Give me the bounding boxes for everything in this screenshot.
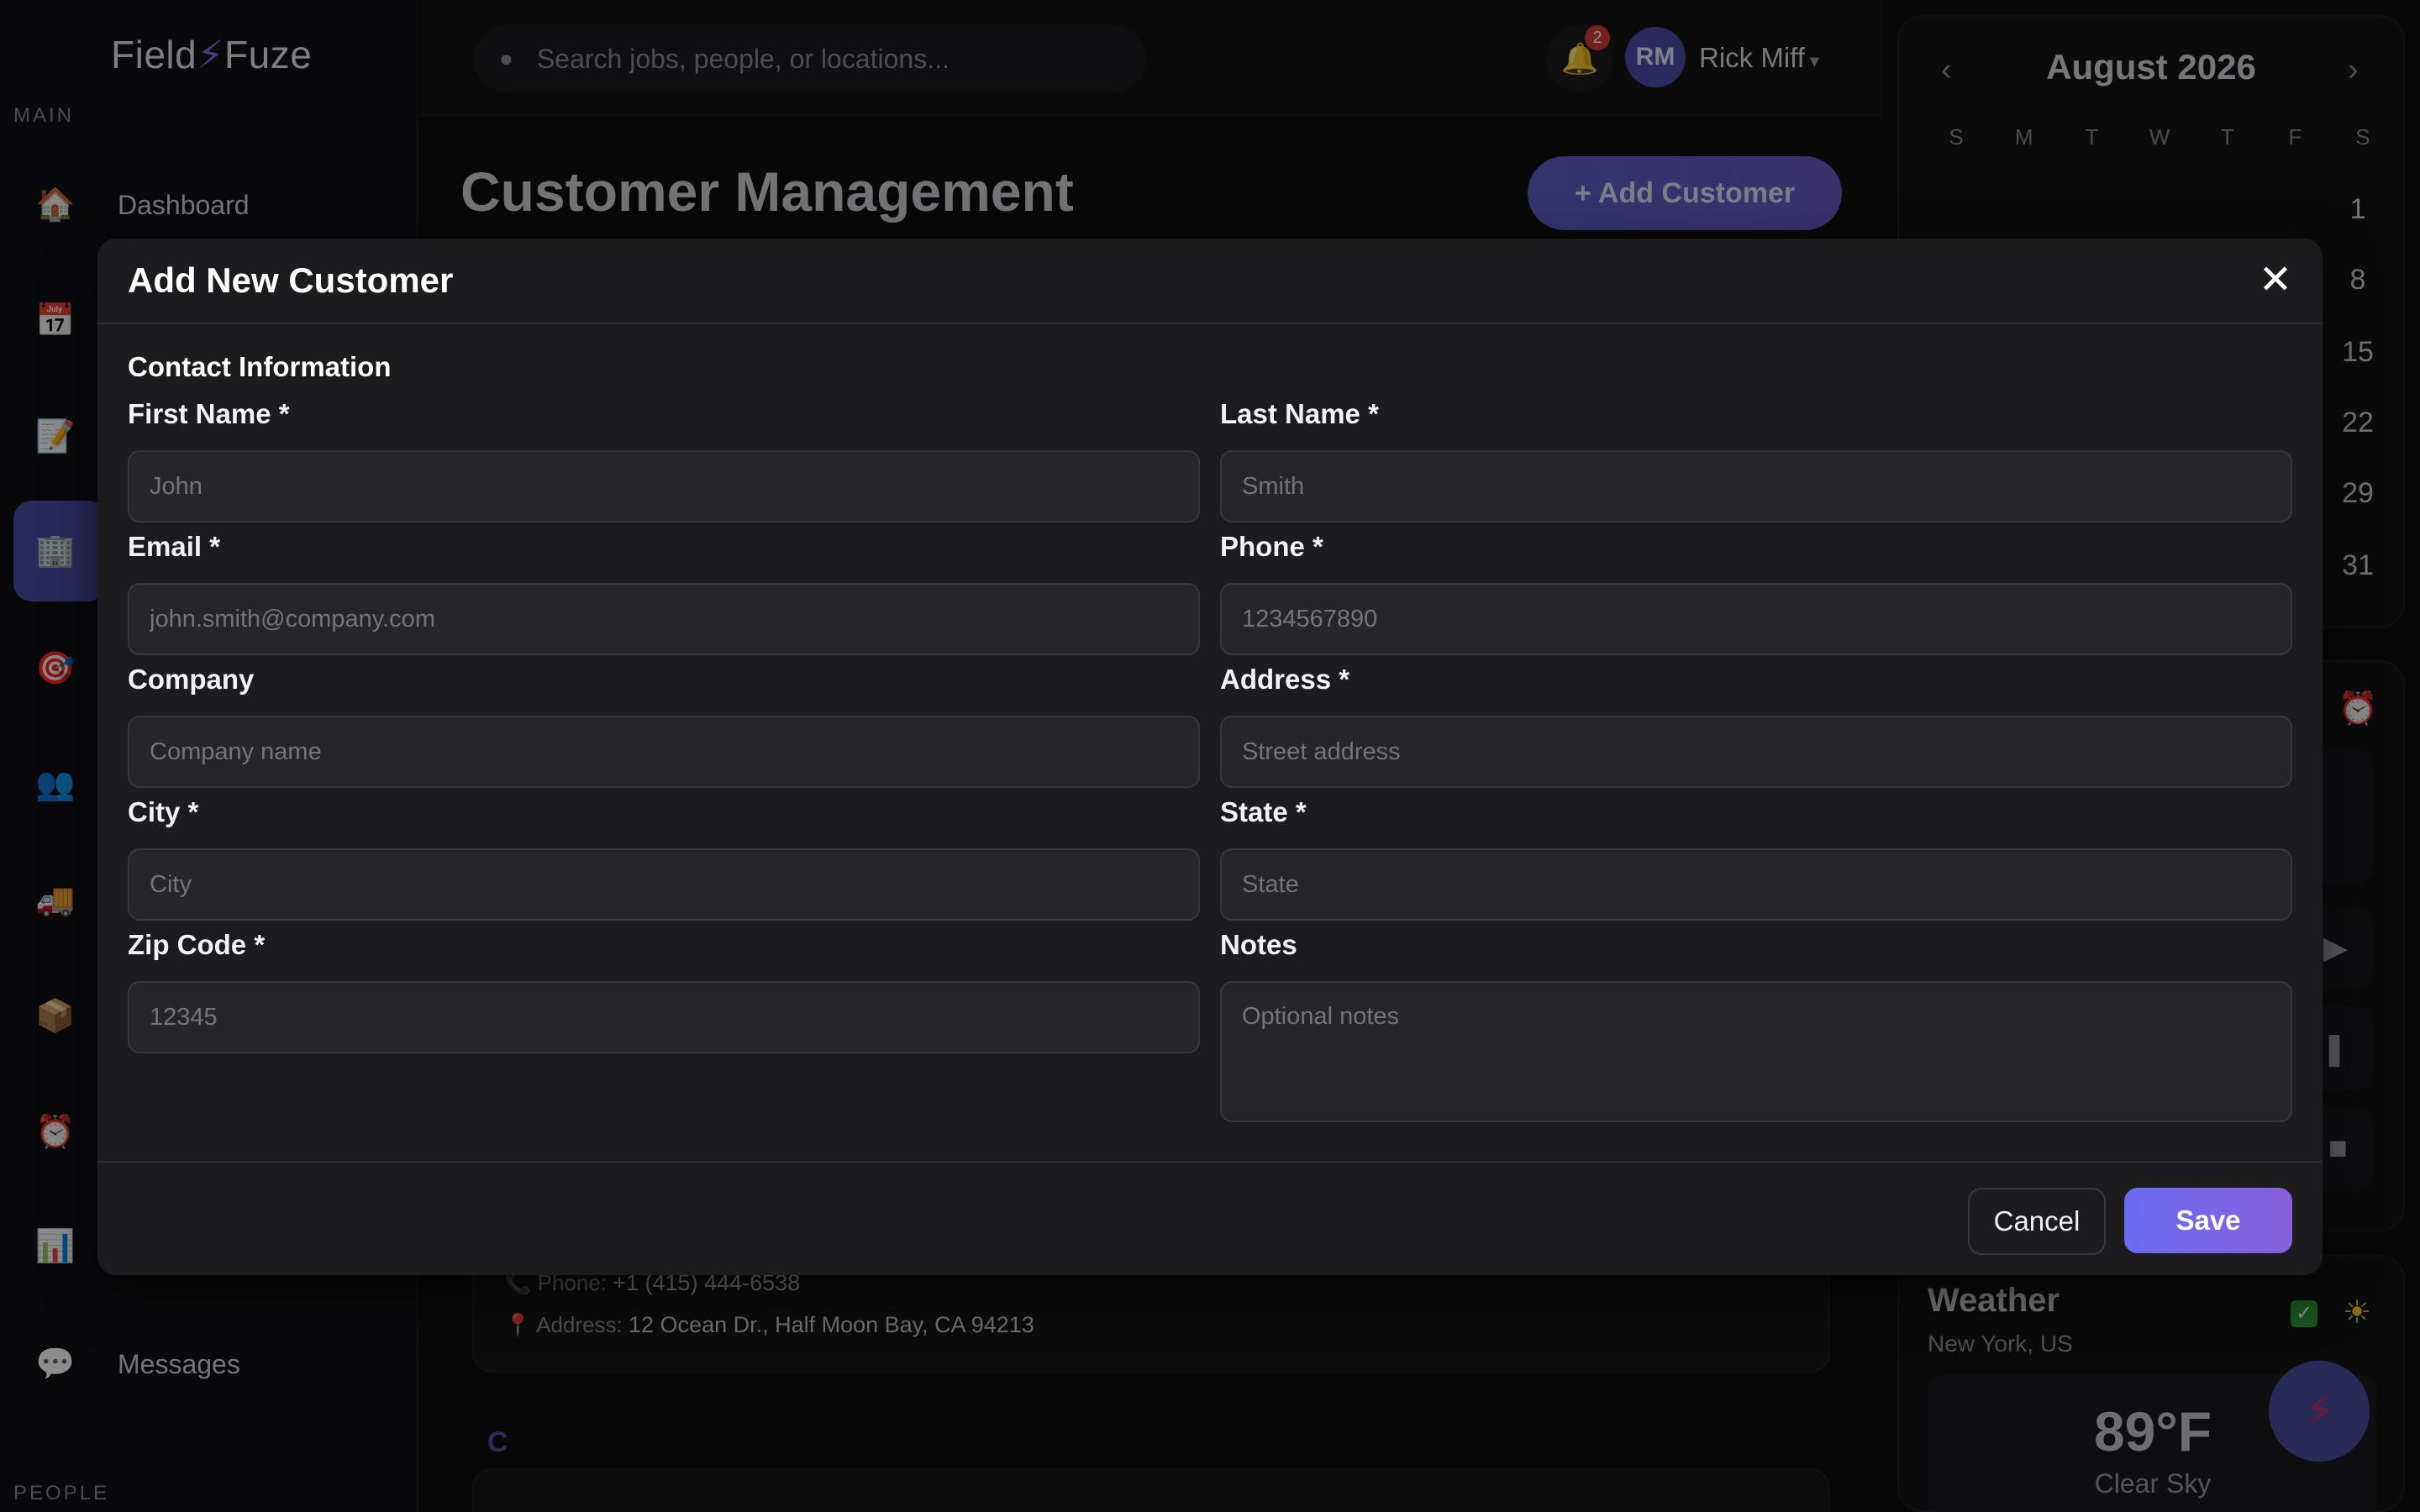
last-name-field[interactable] (1220, 450, 2292, 522)
city-label: City * (128, 796, 199, 827)
email-field[interactable] (128, 583, 1200, 655)
city-group: City * (128, 796, 1200, 921)
add-customer-modal: Add New Customer ✕ Contact Information F… (97, 239, 2323, 1275)
first-name-label: First Name * (128, 398, 290, 429)
save-button[interactable]: Save (2124, 1188, 2292, 1253)
modal-title: Add New Customer (128, 260, 454, 300)
modal-footer-divider (97, 1161, 2323, 1163)
zip-field[interactable] (128, 981, 1200, 1053)
state-label: State * (1220, 796, 1307, 827)
address-label: Address * (1220, 664, 1350, 695)
zip-group: Zip Code * (128, 929, 1200, 1053)
modal-header: Add New Customer ✕ (97, 239, 2323, 324)
email-label: Email * (128, 531, 221, 562)
phone-label: Phone * (1220, 531, 1323, 562)
address-group: Address * (1220, 664, 2292, 788)
last-name-group: Last Name * (1220, 398, 2292, 522)
phone-field[interactable] (1220, 583, 2292, 655)
address-field[interactable] (1220, 716, 2292, 788)
company-field[interactable] (128, 716, 1200, 788)
section-title: Contact Information (128, 351, 392, 382)
state-field[interactable] (1220, 848, 2292, 921)
phone-group: Phone * (1220, 531, 2292, 655)
company-group: Company (128, 664, 1200, 788)
first-name-group: First Name * (128, 398, 1200, 522)
notes-field[interactable] (1220, 981, 2292, 1122)
state-group: State * (1220, 796, 2292, 921)
email-group: Email * (128, 531, 1200, 655)
company-label: Company (128, 664, 255, 695)
notes-group: Notes (1220, 929, 2292, 1126)
close-icon[interactable]: ✕ (2252, 257, 2299, 304)
city-field[interactable] (128, 848, 1200, 921)
cancel-button[interactable]: Cancel (1968, 1188, 2106, 1255)
last-name-label: Last Name * (1220, 398, 1379, 429)
notes-label: Notes (1220, 929, 1297, 960)
first-name-field[interactable] (128, 450, 1200, 522)
zip-label: Zip Code * (128, 929, 266, 960)
